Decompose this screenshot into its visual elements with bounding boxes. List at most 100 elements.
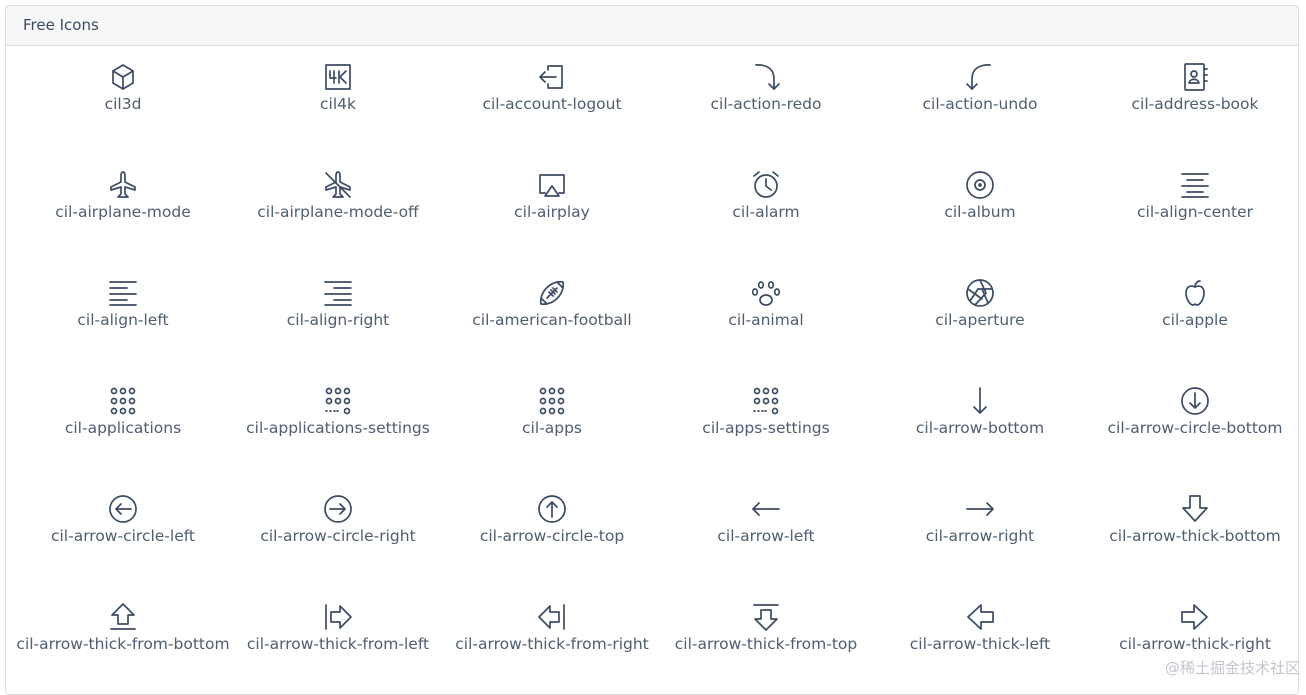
icon-tile[interactable]: cil-arrow-circle-right [231, 493, 445, 548]
applications-settings-icon [322, 385, 354, 417]
animal-icon [750, 277, 782, 309]
icon-tile[interactable]: cil-arrow-thick-bottom [1088, 493, 1299, 548]
icon-label: cil-arrow-circle-left [16, 525, 230, 548]
arrow-thick-from-bottom-icon [107, 601, 139, 633]
arrow-left-icon [750, 493, 782, 525]
icon-tile[interactable]: cil-address-book [1088, 61, 1299, 116]
icon-tile[interactable]: cil-arrow-circle-top [445, 493, 659, 548]
arrow-circle-right-icon [322, 493, 354, 525]
icon-label: cil-align-left [16, 309, 230, 332]
icon-tile[interactable]: cil-arrow-thick-right [1088, 601, 1299, 656]
icon-tile[interactable]: cil-apps [445, 385, 659, 440]
icon-tile[interactable]: cil-arrow-bottom [873, 385, 1087, 440]
arrow-thick-from-top-icon [750, 601, 782, 633]
align-center-icon [1179, 169, 1211, 201]
album-icon [964, 169, 996, 201]
icon-label: cil-apple [1088, 309, 1299, 332]
icon-tile[interactable]: cil-arrow-thick-from-bottom [16, 601, 230, 656]
watermark: @稀土掘金技术社区 [1165, 657, 1300, 678]
aperture-icon [964, 277, 996, 309]
icon-label: cil-arrow-thick-from-bottom [16, 633, 230, 656]
airplay-icon [536, 169, 568, 201]
arrow-thick-from-right-icon [536, 601, 568, 633]
account-logout-icon [536, 61, 568, 93]
icon-tile[interactable]: cil-alarm [659, 169, 873, 224]
icon-label: cil-airplane-mode-off [231, 201, 445, 224]
address-book-icon [1179, 61, 1211, 93]
icon-tile[interactable]: cil-arrow-left [659, 493, 873, 548]
align-right-icon [322, 277, 354, 309]
icon-tile[interactable]: cil-arrow-circle-bottom [1088, 385, 1299, 440]
icon-tile[interactable]: cil-arrow-thick-from-left [231, 601, 445, 656]
icon-label: cil-align-right [231, 309, 445, 332]
icon-label: cil-arrow-circle-top [445, 525, 659, 548]
icon-tile[interactable]: cil-align-center [1088, 169, 1299, 224]
icon-tile[interactable]: cil-action-redo [659, 61, 873, 116]
applications-icon [107, 385, 139, 417]
icon-label: cil-apps-settings [659, 417, 873, 440]
icon-label: cil-action-undo [873, 93, 1087, 116]
3d-icon [107, 61, 139, 93]
arrow-right-icon [964, 493, 996, 525]
icon-tile[interactable]: cil-animal [659, 277, 873, 332]
alarm-icon [750, 169, 782, 201]
icon-tile[interactable]: cil-arrow-right [873, 493, 1087, 548]
icon-tile[interactable]: cil-apple [1088, 277, 1299, 332]
icon-label: cil-arrow-circle-right [231, 525, 445, 548]
apps-icon [536, 385, 568, 417]
icon-label: cil-arrow-thick-right [1088, 633, 1299, 656]
icon-tile[interactable]: cil-airplane-mode-off [231, 169, 445, 224]
icon-label: cil4k [231, 93, 445, 116]
apps-settings-icon [750, 385, 782, 417]
icon-label: cil-arrow-thick-left [873, 633, 1087, 656]
icon-tile[interactable]: cil-american-football [445, 277, 659, 332]
arrow-thick-bottom-icon [1179, 493, 1211, 525]
icon-tile[interactable]: cil3d [16, 61, 230, 116]
icon-label: cil-arrow-thick-from-left [231, 633, 445, 656]
icon-label: cil-arrow-bottom [873, 417, 1087, 440]
icon-label: cil-album [873, 201, 1087, 224]
icon-tile[interactable]: cil-aperture [873, 277, 1087, 332]
icon-label: cil3d [16, 93, 230, 116]
icon-label: cil-applications-settings [231, 417, 445, 440]
icon-label: cil-airplay [445, 201, 659, 224]
icon-tile[interactable]: cil-apps-settings [659, 385, 873, 440]
icon-label: cil-action-redo [659, 93, 873, 116]
icon-tile[interactable]: cil-action-undo [873, 61, 1087, 116]
4k-icon [322, 61, 354, 93]
arrow-thick-from-left-icon [322, 601, 354, 633]
icon-tile[interactable]: cil4k [231, 61, 445, 116]
apple-icon [1179, 277, 1211, 309]
icon-label: cil-arrow-circle-bottom [1088, 417, 1299, 440]
icon-tile[interactable]: cil-arrow-thick-left [873, 601, 1087, 656]
icon-label: cil-american-football [445, 309, 659, 332]
arrow-circle-bottom-icon [1179, 385, 1211, 417]
icon-tile[interactable]: cil-airplane-mode [16, 169, 230, 224]
icon-tile[interactable]: cil-account-logout [445, 61, 659, 116]
icon-tile[interactable]: cil-align-right [231, 277, 445, 332]
arrow-circle-left-icon [107, 493, 139, 525]
icon-tile[interactable]: cil-applications [16, 385, 230, 440]
arrow-circle-top-icon [536, 493, 568, 525]
american-football-icon [536, 277, 568, 309]
icon-tile[interactable]: cil-applications-settings [231, 385, 445, 440]
icon-label: cil-aperture [873, 309, 1087, 332]
card-header-title: Free Icons [6, 6, 1298, 46]
icon-tile[interactable]: cil-arrow-circle-left [16, 493, 230, 548]
icon-label: cil-address-book [1088, 93, 1299, 116]
icon-tile[interactable]: cil-arrow-thick-from-top [659, 601, 873, 656]
airplane-mode-off-icon [322, 169, 354, 201]
icon-tile[interactable]: cil-album [873, 169, 1087, 224]
icon-tile[interactable]: cil-airplay [445, 169, 659, 224]
airplane-mode-icon [107, 169, 139, 201]
icon-label: cil-airplane-mode [16, 201, 230, 224]
icon-tile[interactable]: cil-align-left [16, 277, 230, 332]
icon-label: cil-animal [659, 309, 873, 332]
icon-label: cil-align-center [1088, 201, 1299, 224]
arrow-thick-left-icon [964, 601, 996, 633]
icon-label: cil-applications [16, 417, 230, 440]
icon-tile[interactable]: cil-arrow-thick-from-right [445, 601, 659, 656]
icon-label: cil-account-logout [445, 93, 659, 116]
action-redo-icon [750, 61, 782, 93]
icon-label: cil-arrow-thick-bottom [1088, 525, 1299, 548]
